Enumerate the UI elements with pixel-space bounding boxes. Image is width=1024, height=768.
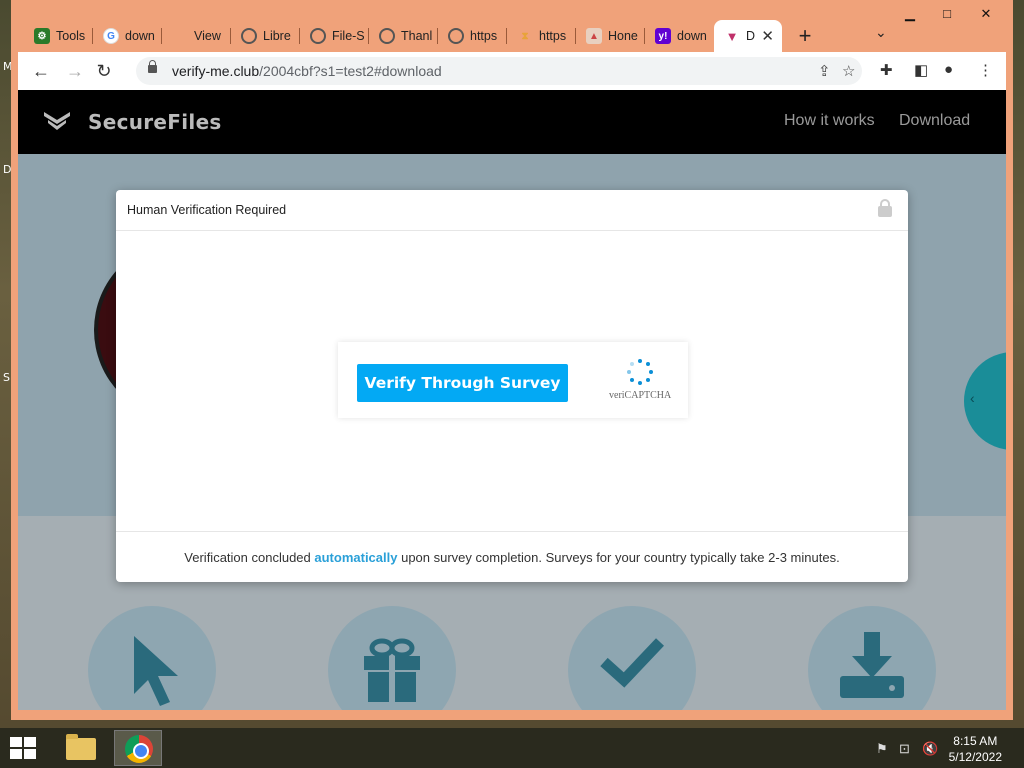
- verify-through-survey-button[interactable]: Verify Through Survey: [357, 364, 568, 402]
- nav-how-it-works[interactable]: How it works: [784, 112, 875, 130]
- footer-text: Verification concluded automatically upo…: [184, 550, 840, 565]
- globe-icon: [310, 28, 326, 44]
- tab-google[interactable]: Gdown: [93, 20, 162, 52]
- image-icon: ▲: [586, 28, 602, 44]
- tab-close-icon[interactable]: ✕: [761, 27, 774, 45]
- extensions-icon[interactable]: ✚: [880, 61, 893, 79]
- tab-label: Libre: [263, 29, 291, 43]
- folder-icon: [66, 734, 96, 760]
- tab-label: Tools: [56, 29, 86, 43]
- gift-icon: [364, 638, 420, 702]
- tab-thanks[interactable]: Thanl: [369, 20, 438, 52]
- title-bar: ⚙ Tools Gdown View Libre File-S Thanl htt…: [11, 0, 1013, 52]
- hourglass-icon: ⧗: [521, 30, 529, 42]
- securefiles-logo-icon: [44, 112, 70, 130]
- v-logo-icon: ▼: [725, 28, 739, 44]
- address-bar[interactable]: verify-me.club/2004cbf?s1=test2#download…: [136, 57, 862, 85]
- minimize-icon[interactable]: ▁: [894, 6, 926, 22]
- tab-label: down: [677, 29, 707, 43]
- tab-hone[interactable]: ▲ Hone: [576, 20, 645, 52]
- tab-strip: ⚙ Tools Gdown View Libre File-S Thanl htt…: [24, 20, 822, 52]
- globe-icon: [448, 28, 464, 44]
- google-icon: G: [103, 28, 119, 44]
- maximize-icon[interactable]: □: [931, 6, 963, 21]
- clock-date: 5/12/2022: [948, 750, 1002, 764]
- blank-icon: [172, 28, 188, 44]
- tab-https-2[interactable]: ⧗ https: [507, 20, 576, 52]
- reload-icon[interactable]: ↻: [93, 60, 115, 82]
- browser-toolbar: ← → ↻ verify-me.club/2004cbf?s1=test2#do…: [18, 52, 1006, 90]
- file-explorer-button[interactable]: [56, 730, 104, 766]
- tab-view[interactable]: View: [162, 20, 231, 52]
- carousel-prev-button[interactable]: ‹: [964, 352, 1006, 450]
- back-icon[interactable]: ←: [30, 60, 52, 82]
- captcha-widget: Verify Through Survey veriCAPTCHA: [338, 342, 688, 418]
- web-page: SecureFiles How it works Download ‹ Huma…: [18, 90, 1006, 710]
- tab-label: File-S: [332, 29, 365, 43]
- tab-search-chevron-icon[interactable]: ⌄: [875, 24, 887, 41]
- site-brand[interactable]: SecureFiles: [88, 110, 222, 134]
- nav-download[interactable]: Download: [899, 112, 970, 130]
- tab-label: D: [746, 29, 756, 43]
- close-window-icon[interactable]: ✕: [970, 6, 1002, 22]
- tab-label: https: [470, 29, 498, 43]
- bookmark-star-icon[interactable]: ☆: [842, 62, 855, 80]
- desktop-edge-letter: S: [3, 371, 10, 384]
- clock-time: 8:15 AM: [953, 734, 998, 748]
- globe-icon: [241, 28, 257, 44]
- check-icon: [600, 638, 664, 688]
- browser-window: ⚙ Tools Gdown View Libre File-S Thanl htt…: [11, 0, 1013, 720]
- chevron-left-icon: ‹: [970, 390, 975, 406]
- side-panel-icon[interactable]: ◧: [914, 61, 928, 79]
- download-icon: [840, 632, 904, 698]
- captcha-brand: veriCAPTCHA: [609, 390, 672, 401]
- forward-icon[interactable]: →: [64, 60, 86, 82]
- menu-icon[interactable]: ⋮: [978, 61, 993, 79]
- profile-icon[interactable]: ●: [944, 61, 953, 78]
- start-button[interactable]: [10, 737, 38, 759]
- taskbar: ⚑ ⊡ 🔇 8:15 AM 5/12/2022: [0, 728, 1024, 768]
- network-icon[interactable]: ⊡: [899, 741, 910, 757]
- tab-label: down: [125, 29, 155, 43]
- modal-header: Human Verification Required: [116, 190, 908, 231]
- tab-yahoo[interactable]: y! down: [645, 20, 714, 52]
- modal-footer: Verification concluded automatically upo…: [116, 531, 908, 582]
- loading-spinner-icon: [627, 359, 653, 385]
- globe-icon: [379, 28, 395, 44]
- volume-muted-icon[interactable]: 🔇: [922, 741, 938, 757]
- modal-title: Human Verification Required: [127, 203, 287, 217]
- gear-icon: ⚙: [34, 28, 50, 44]
- chrome-icon: [125, 735, 153, 763]
- yahoo-icon: y!: [655, 28, 671, 44]
- clock[interactable]: 8:15 AM 5/12/2022: [949, 733, 1002, 765]
- new-tab-button[interactable]: +: [788, 20, 822, 52]
- share-icon[interactable]: ⇪: [818, 62, 831, 80]
- tab-libre[interactable]: Libre: [231, 20, 300, 52]
- footer-highlight: automatically: [314, 550, 398, 565]
- site-header: SecureFiles How it works Download: [18, 90, 1006, 154]
- tab-active[interactable]: ▼ D ✕: [714, 20, 782, 52]
- verification-modal: Human Verification Required Verify Throu…: [116, 190, 908, 582]
- lock-icon: [878, 199, 892, 217]
- tab-label: https: [539, 29, 567, 43]
- tab-file[interactable]: File-S: [300, 20, 369, 52]
- tab-label: Thanl: [401, 29, 433, 43]
- flag-icon[interactable]: ⚑: [876, 741, 888, 757]
- tab-label: Hone: [608, 29, 638, 43]
- cursor-icon: [134, 636, 178, 706]
- url-text: verify-me.club/2004cbf?s1=test2#download: [172, 63, 442, 79]
- tab-tools[interactable]: ⚙ Tools: [24, 20, 93, 52]
- tab-https-1[interactable]: https: [438, 20, 507, 52]
- tab-label: View: [194, 29, 221, 43]
- lock-icon: [148, 60, 157, 73]
- chrome-taskbar-button[interactable]: [114, 730, 162, 766]
